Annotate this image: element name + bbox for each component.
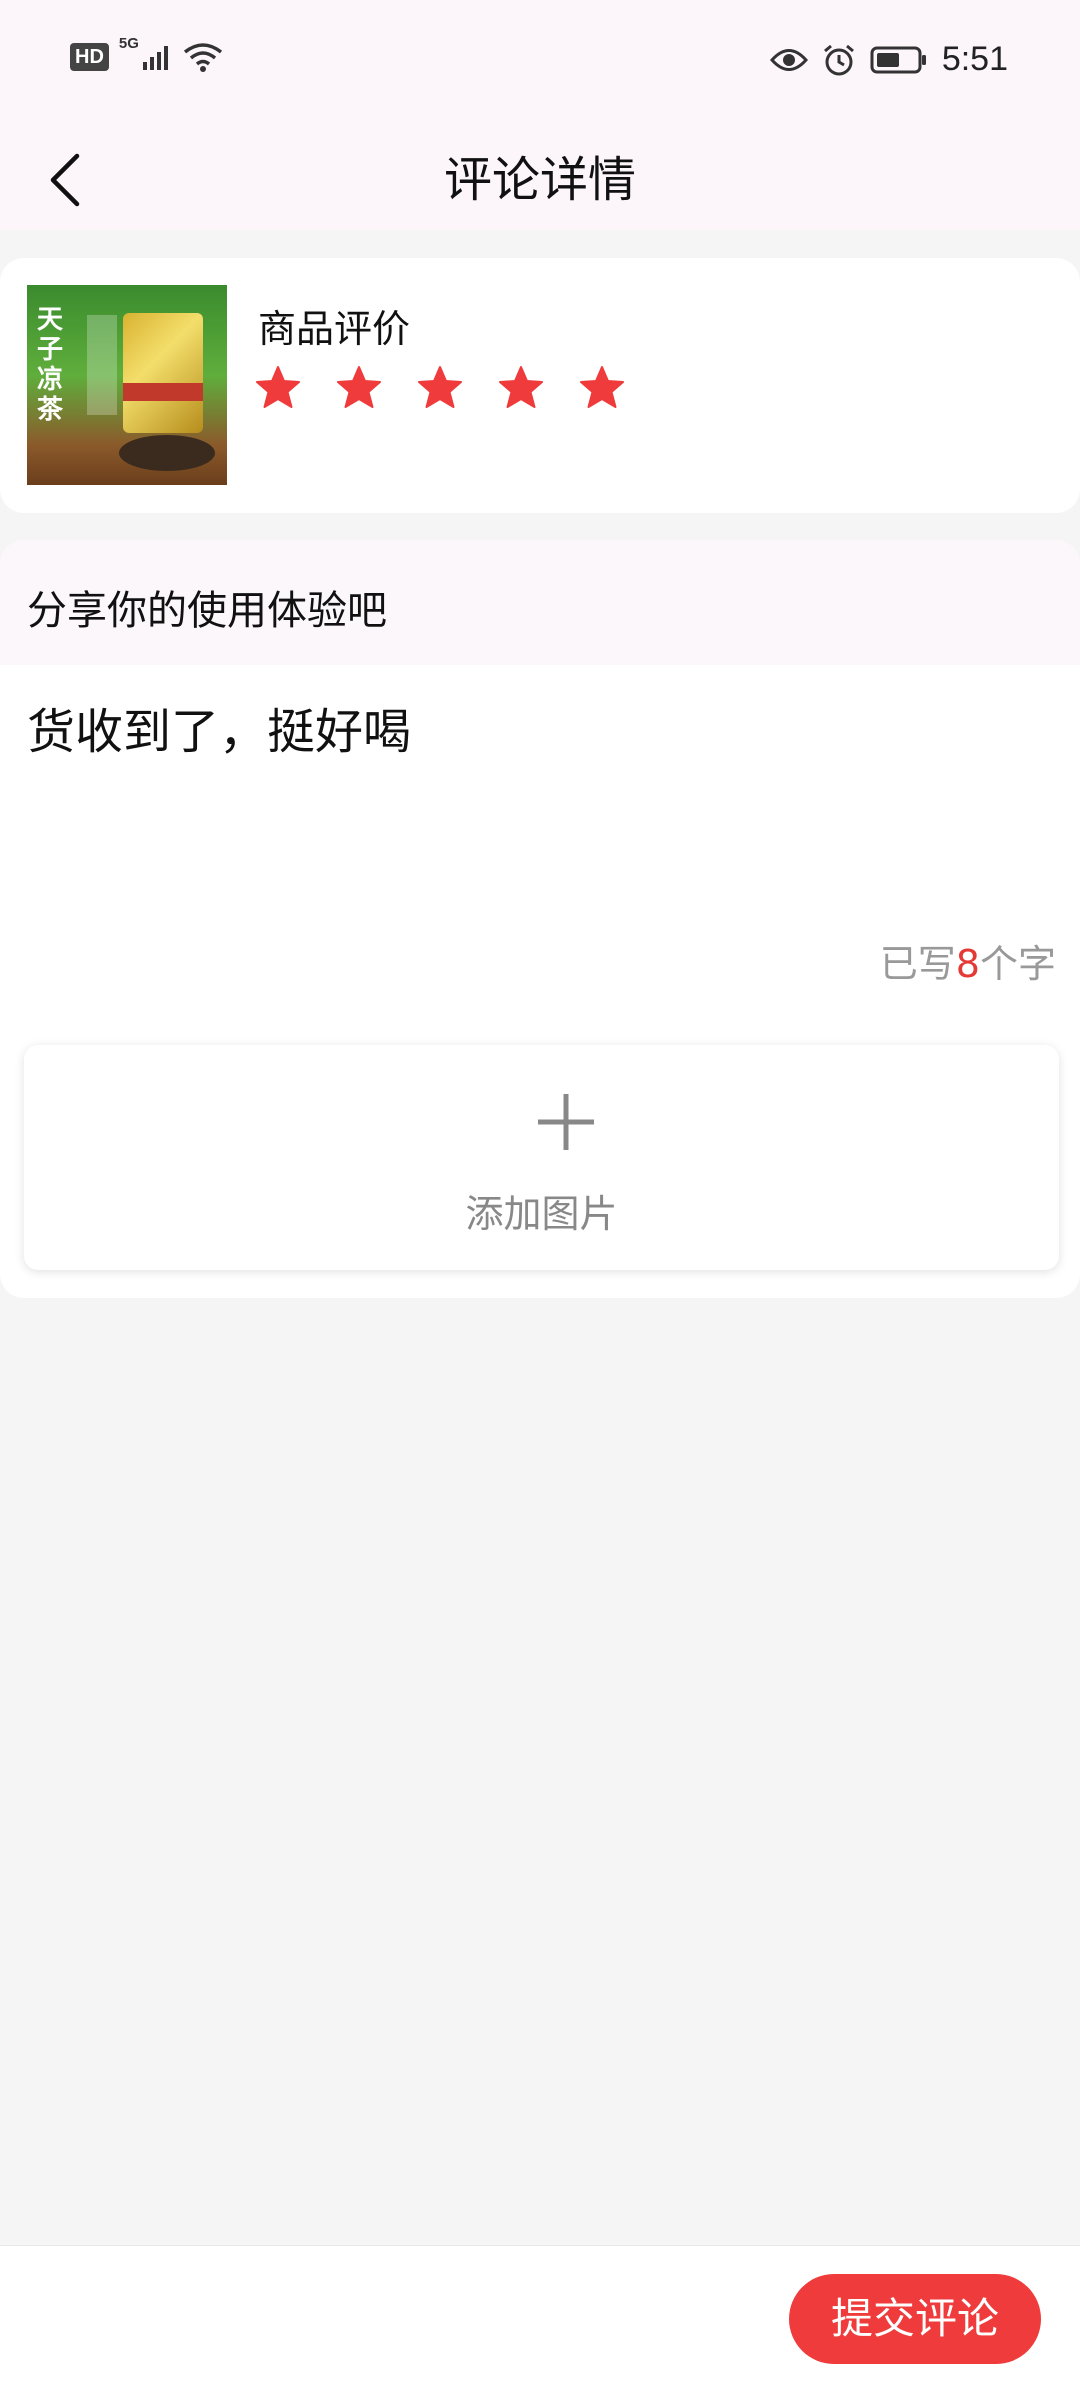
product-image-band [87,315,117,415]
add-photo-label: 添加图片 [465,1192,618,1236]
network-type-label: 5G [118,34,139,52]
star-icon[interactable] [254,364,302,412]
star-icon[interactable] [578,364,626,412]
add-photo-button[interactable]: 添加图片 [24,1045,1059,1270]
plus-icon [538,1094,594,1150]
star-icon[interactable] [416,364,464,412]
product-image-bag [123,313,203,433]
status-time: 5:51 [941,40,1008,78]
star-icon[interactable] [335,364,383,412]
status-left: HD 5G [70,35,223,72]
char-count: 已写8个字 [880,933,1056,988]
review-section: 分享你的使用体验吧 货收到了，挺好喝 已写8个字 添加图片 [0,540,1080,1298]
product-image-bowl [119,435,215,471]
eye-icon [769,48,808,71]
product-image-text: 天子凉茶 [37,305,64,425]
review-detail-page: HD 5G 5:51 评论详情 天子凉茶 商品评价 分享你的使用体验吧 货收到了… [0,0,1080,2388]
signal-icon [142,46,168,70]
char-count-prefix: 已写 [879,942,956,986]
wifi-icon [183,43,222,72]
star-icon[interactable] [497,364,545,412]
rating-label: 商品评价 [258,307,411,351]
nav-bar: 评论详情 [0,130,1080,230]
review-header: 分享你的使用体验吧 [0,540,1080,665]
submit-review-button[interactable]: 提交评论 [789,2274,1041,2364]
star-rating[interactable] [254,364,626,412]
char-count-suffix: 个字 [979,942,1056,986]
status-bar: HD 5G 5:51 [0,0,1080,130]
hd-badge: HD [70,43,109,71]
review-prompt: 分享你的使用体验吧 [27,588,387,634]
page-title: 评论详情 [443,152,636,208]
status-right: 5:51 [769,40,1008,79]
battery-icon [870,46,926,73]
bottom-bar: 提交评论 [0,2245,1080,2388]
product-rating-card: 天子凉茶 商品评价 [0,258,1080,513]
product-image: 天子凉茶 [27,285,227,485]
char-count-value: 8 [955,942,980,986]
review-text-input[interactable]: 货收到了，挺好喝 [27,702,1047,952]
alarm-icon [823,44,854,75]
